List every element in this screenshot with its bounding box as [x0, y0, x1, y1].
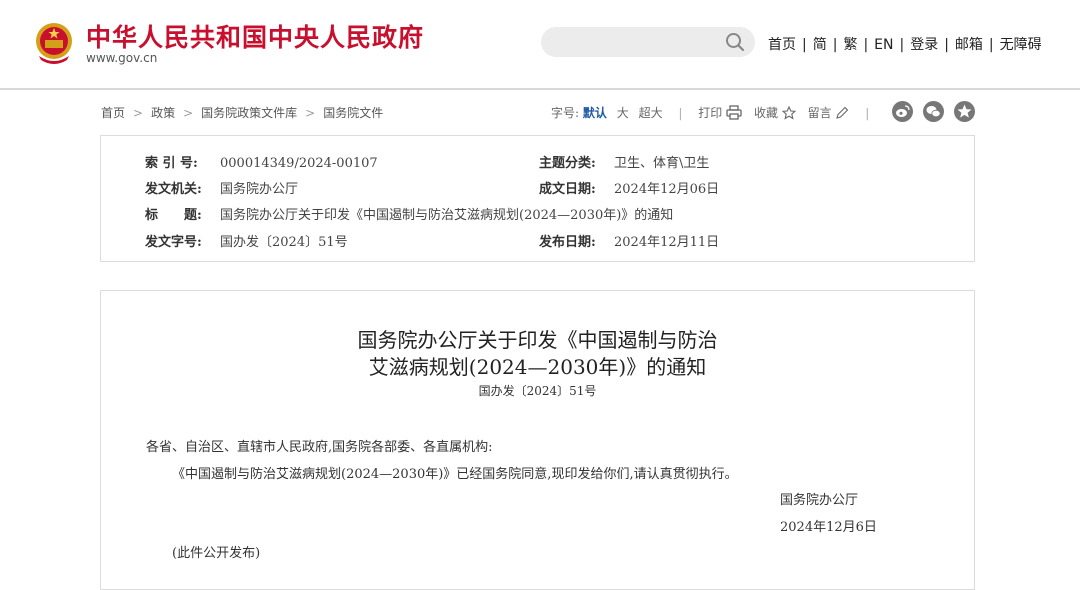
- font-size-default[interactable]: 默认: [583, 106, 607, 120]
- meta-title-value: 国务院办公厅关于印发《中国遏制与防治艾滋病规划(2024—2030年)》的通知: [220, 208, 674, 223]
- meta-doc-number-value: 国办发〔2024〕51号: [220, 235, 348, 250]
- nav-mail[interactable]: 邮箱: [955, 37, 983, 53]
- meta-written-date-value: 2024年12月06日: [614, 182, 720, 197]
- print-button[interactable]: 打印: [698, 105, 742, 120]
- document-number: 国办发〔2024〕51号: [478, 384, 597, 398]
- meta-publish-date-label: 发布日期:: [539, 235, 596, 250]
- nav-accessibility[interactable]: 无障碍: [1000, 37, 1042, 53]
- font-size-label: 字号:: [551, 106, 580, 120]
- breadcrumb-home[interactable]: 首页: [101, 106, 125, 120]
- nav-separator: |: [832, 37, 838, 53]
- chevron-right-icon: >: [305, 106, 316, 120]
- meta-issuer: 发文机关: 国务院办公厅: [145, 178, 298, 197]
- document-date: 2024年12月6日: [780, 520, 877, 535]
- weibo-icon: [896, 105, 910, 117]
- meta-written-date-label: 成文日期:: [539, 182, 596, 197]
- nav-home[interactable]: 首页: [768, 37, 796, 53]
- search-input[interactable]: [541, 27, 755, 57]
- meta-publish-date: 发布日期: 2024年12月11日: [539, 231, 719, 250]
- site-title[interactable]: 中华人民共和国中央人民政府: [86, 18, 424, 54]
- meta-index: 索 引 号: 000014349/2024-00107: [145, 152, 378, 171]
- print-label: 打印: [698, 106, 723, 120]
- nav-separator: |: [988, 37, 994, 53]
- nav-login[interactable]: 登录: [910, 37, 938, 53]
- document-signer: 国务院办公厅: [780, 493, 859, 508]
- wechat-share-button[interactable]: [923, 101, 944, 122]
- meta-issuer-label: 发文机关:: [145, 182, 202, 197]
- article-tools: 字号: 默认 大 超大 | 打印 收藏 留言 |: [551, 104, 881, 121]
- site-header: 中华人民共和国中央人民政府 www.gov.cn 首页 | 简 | 繁 | EN | 登录 | 邮箱…: [0, 0, 1080, 90]
- meta-category: 主题分类: 卫生、体育\卫生: [539, 152, 709, 171]
- star-outline-icon: [781, 105, 797, 120]
- meta-index-value: 000014349/2024-00107: [220, 156, 378, 171]
- printer-icon: [726, 105, 742, 120]
- meta-written-date: 成文日期: 2024年12月06日: [539, 178, 719, 197]
- pencil-icon: [836, 106, 849, 119]
- favorite-label: 收藏: [753, 106, 778, 120]
- top-nav: 首页 | 简 | 繁 | EN | 登录 | 邮箱 | 无障碍: [768, 34, 1042, 54]
- font-size-xlarge[interactable]: 超大: [639, 106, 663, 120]
- site-url[interactable]: www.gov.cn: [86, 51, 157, 65]
- nav-separator: |: [944, 37, 949, 53]
- nav-simplified[interactable]: 简: [813, 37, 827, 53]
- weibo-share-button[interactable]: [892, 101, 913, 122]
- breadcrumb-policy-library[interactable]: 国务院政策文件库: [201, 106, 297, 120]
- nav-traditional[interactable]: 繁: [843, 37, 857, 53]
- comment-button[interactable]: 留言: [808, 106, 850, 120]
- breadcrumb-state-council-docs[interactable]: 国务院文件: [323, 106, 383, 120]
- nav-separator: |: [899, 37, 905, 53]
- search-icon[interactable]: [725, 32, 745, 52]
- document-publish-note: (此件公开发布): [172, 546, 261, 561]
- nav-separator: |: [802, 37, 807, 53]
- meta-publish-date-value: 2024年12月11日: [614, 235, 720, 250]
- document-title-line1: 国务院办公厅关于印发《中国遏制与防治: [357, 328, 718, 352]
- document-title-line2: 艾滋病规划(2024—2030年)》的通知: [368, 355, 707, 379]
- wechat-icon: [926, 106, 941, 118]
- nav-english[interactable]: EN: [874, 37, 893, 53]
- divider: |: [865, 106, 870, 120]
- meta-doc-number: 发文字号: 国办发〔2024〕51号: [145, 231, 348, 250]
- meta-category-label: 主题分类:: [539, 156, 596, 171]
- meta-category-value: 卫生、体育\卫生: [614, 156, 710, 171]
- breadcrumb: 首页 > 政策 > 国务院政策文件库 > 国务院文件: [101, 104, 383, 121]
- national-emblem-icon[interactable]: [33, 20, 75, 66]
- star-icon: [957, 104, 972, 118]
- breadcrumb-policy[interactable]: 政策: [151, 106, 175, 120]
- nav-separator: |: [863, 37, 869, 53]
- meta-title-label: 标 题:: [145, 208, 202, 223]
- meta-title: 标 题: 国务院办公厅关于印发《中国遏制与防治艾滋病规划(2024—2030年)》…: [145, 204, 673, 223]
- font-size-large[interactable]: 大: [617, 106, 629, 120]
- comment-label: 留言: [807, 106, 832, 120]
- document-body-text: 《中国遏制与防治艾滋病规划(2024—2030年)》已经国务院同意,现印发给你们…: [172, 467, 738, 482]
- chevron-right-icon: >: [183, 106, 194, 120]
- divider: |: [678, 106, 683, 120]
- favorites-share-button[interactable]: [954, 101, 975, 122]
- chevron-right-icon: >: [133, 106, 144, 120]
- favorite-button[interactable]: 收藏: [753, 105, 797, 120]
- meta-index-label: 索 引 号:: [145, 156, 198, 171]
- document-salutation: 各省、自治区、直辖市人民政府,国务院各部委、各直属机构:: [146, 440, 493, 455]
- meta-doc-number-label: 发文字号:: [145, 235, 202, 250]
- meta-issuer-value: 国务院办公厅: [220, 182, 299, 197]
